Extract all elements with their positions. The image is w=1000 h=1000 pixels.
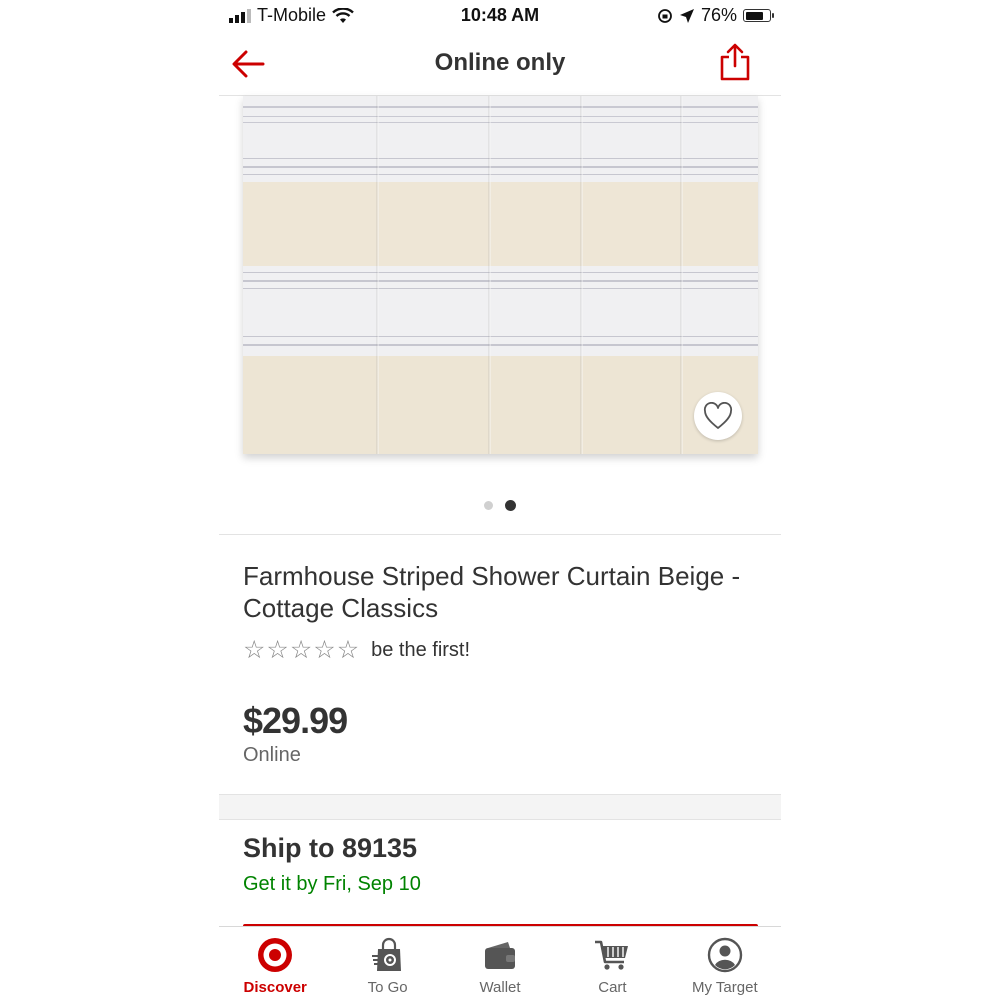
rating-text: be the first! bbox=[371, 638, 471, 661]
heart-icon bbox=[703, 402, 733, 429]
price-note: Online bbox=[243, 744, 301, 766]
tab-discover[interactable]: Discover bbox=[219, 927, 331, 1000]
star-icon: ☆ bbox=[336, 636, 360, 664]
tab-wallet[interactable]: Wallet bbox=[444, 927, 556, 1000]
user-icon bbox=[707, 937, 743, 973]
tab-label: Wallet bbox=[479, 979, 521, 996]
tab-label: Cart bbox=[598, 979, 627, 996]
price: $29.99 bbox=[243, 700, 348, 741]
page-title: Online only bbox=[434, 49, 566, 76]
battery-icon bbox=[743, 9, 774, 22]
tab-label: Discover bbox=[243, 979, 307, 996]
product-title: Farmhouse Striped Shower Curtain Beige -… bbox=[243, 561, 741, 623]
carousel-dot[interactable] bbox=[505, 500, 516, 511]
shopping-bag-icon bbox=[371, 937, 401, 971]
tab-bar: Discover To Go Wallet Cart My Target bbox=[219, 926, 781, 1000]
nav-bar: Online only bbox=[219, 32, 781, 96]
tab-cart[interactable]: Cart bbox=[556, 927, 668, 1000]
tab-label: To Go bbox=[367, 979, 408, 996]
star-icon: ☆ bbox=[243, 636, 266, 664]
star-rating: ☆ ☆ ☆ ☆ ☆ bbox=[243, 636, 359, 664]
orientation-lock-icon bbox=[658, 8, 672, 23]
divider bbox=[219, 534, 781, 535]
carousel-indicator[interactable] bbox=[219, 500, 781, 511]
status-bar: T-Mobile 10:48 AM 76% bbox=[219, 0, 781, 32]
cart-icon bbox=[595, 940, 629, 970]
delivery-date: Get it by Fri, Sep 10 bbox=[243, 873, 421, 895]
share-icon[interactable] bbox=[717, 42, 753, 82]
ship-to-heading[interactable]: Ship to 89135 bbox=[243, 833, 417, 864]
target-logo-icon bbox=[258, 938, 293, 972]
product-image[interactable] bbox=[243, 96, 758, 454]
tab-my-target[interactable]: My Target bbox=[669, 927, 781, 1000]
carousel-dot[interactable] bbox=[484, 501, 493, 510]
app-screen: T-Mobile 10:48 AM 76% Online only Farmho… bbox=[219, 0, 781, 1000]
star-icon: ☆ bbox=[266, 636, 289, 664]
tab-label: My Target bbox=[692, 979, 758, 996]
star-icon: ☆ bbox=[289, 636, 313, 664]
wallet-icon bbox=[485, 942, 516, 969]
rating[interactable]: ☆ ☆ ☆ ☆ ☆ be the first! bbox=[243, 636, 470, 664]
star-icon: ☆ bbox=[313, 636, 336, 664]
favorite-button[interactable] bbox=[694, 392, 742, 440]
section-separator bbox=[219, 794, 781, 820]
tab-to-go[interactable]: To Go bbox=[331, 927, 443, 1000]
location-icon bbox=[679, 8, 694, 23]
battery-percent: 76% bbox=[700, 5, 737, 25]
